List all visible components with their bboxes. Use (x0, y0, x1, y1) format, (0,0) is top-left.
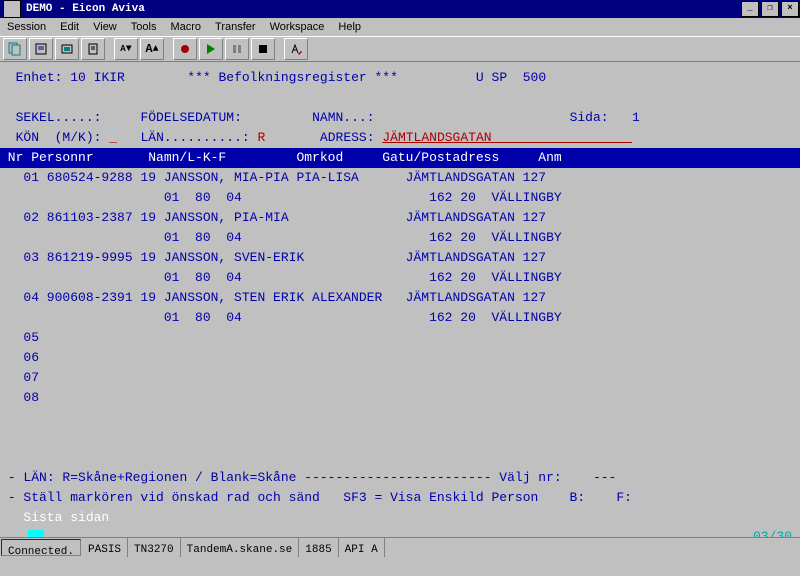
lan-input[interactable]: R (258, 130, 266, 145)
sida-label: Sida: (570, 110, 609, 125)
list-row[interactable]: 01 680524-9288 19 JANSSON, MIA-PIA PIA-L… (0, 168, 546, 188)
tool-font-inc[interactable]: A▲ (140, 38, 164, 60)
pause-button[interactable] (225, 38, 249, 60)
status-api: API A (339, 538, 385, 557)
run-icon[interactable] (284, 38, 308, 60)
foot-dash: --- (593, 470, 616, 485)
kon-input[interactable]: _ (109, 130, 117, 145)
window-title: DEMO - Eicon Aviva (24, 3, 740, 15)
adress-input[interactable]: JÄMTLANDSGATAN (382, 130, 491, 145)
menu-help[interactable]: Help (331, 19, 368, 35)
minimize-button[interactable]: _ (741, 1, 759, 17)
tool-1[interactable] (3, 38, 27, 60)
status-host: TandemA.skane.se (181, 538, 300, 557)
foot-lan: - LÄN: R=Skåne+Regionen / Blank=Skåne --… (8, 470, 562, 485)
list-row[interactable]: 08 (0, 388, 39, 408)
menu-macro[interactable]: Macro (163, 19, 208, 35)
adress-label: ADRESS: (320, 130, 375, 145)
last-page-msg: Sista sidan (0, 508, 109, 528)
list-row[interactable]: 07 (0, 368, 39, 388)
menu-bar: Session Edit View Tools Macro Transfer W… (0, 18, 800, 36)
list-row-sub: 01 80 04 162 20 VÄLLINGBY (0, 268, 562, 288)
list-row[interactable]: 05 (0, 328, 39, 348)
sekel-label: SEKEL.....: (16, 110, 102, 125)
status-conn: Connected. (1, 539, 81, 556)
tool-3[interactable] (55, 38, 79, 60)
list-row-sub: 01 80 04 162 20 VÄLLINGBY (0, 188, 562, 208)
list-row-sub: 01 80 04 162 20 VÄLLINGBY (0, 308, 562, 328)
menu-transfer[interactable]: Transfer (208, 19, 263, 35)
adress-pad (492, 130, 632, 145)
kon-label: KÖN (M/K): (16, 130, 102, 145)
sida-value: 1 (632, 110, 640, 125)
list-row[interactable]: 03 861219-9995 19 JANSSON, SVEN-ERIK JÄM… (0, 248, 546, 268)
record-button[interactable] (173, 38, 197, 60)
play-button[interactable] (199, 38, 223, 60)
menu-tools[interactable]: Tools (124, 19, 164, 35)
menu-session[interactable]: Session (0, 19, 53, 35)
tool-font-dec[interactable]: A▼ (114, 38, 138, 60)
menu-view[interactable]: View (86, 19, 124, 35)
menu-workspace[interactable]: Workspace (263, 19, 332, 35)
system-menu-icon[interactable] (3, 0, 21, 18)
enhet-label: Enhet: (16, 70, 63, 85)
list-row[interactable]: 04 900608-2391 19 JANSSON, STEN ERIK ALE… (0, 288, 546, 308)
status-proto: TN3270 (128, 538, 181, 557)
tool-4[interactable] (81, 38, 105, 60)
namn-label: NAMN...: (312, 110, 374, 125)
menu-edit[interactable]: Edit (53, 19, 86, 35)
terminal-area[interactable]: Enhet: 10 IKIR *** Befolkningsregister *… (0, 62, 800, 557)
valj-nr-input[interactable] (570, 470, 586, 485)
tool-2[interactable] (29, 38, 53, 60)
fdatum-label: FÖDELSEDATUM: (140, 110, 241, 125)
status-bar: Connected. PASIS TN3270 TandemA.skane.se… (0, 537, 800, 557)
mode: U SP 500 (476, 70, 546, 85)
stop-button[interactable] (251, 38, 275, 60)
toolbar: A▼ A▲ (0, 36, 800, 62)
status-port: 1885 (299, 538, 338, 557)
screen-title: *** Befolkningsregister *** (187, 70, 398, 85)
status-app: PASIS (82, 538, 128, 557)
enhet-value: 10 IKIR (70, 70, 125, 85)
lan-label: LÄN..........: (140, 130, 249, 145)
close-button[interactable]: × (781, 1, 799, 17)
foot-instr: - Ställ markören vid önskad rad och sänd… (8, 490, 539, 505)
list-row-sub: 01 80 04 162 20 VÄLLINGBY (0, 228, 562, 248)
opt-b: B: (570, 490, 586, 505)
opt-f: F: (616, 490, 632, 505)
list-row[interactable]: 02 861103-2387 19 JANSSON, PIA-MIA JÄMTL… (0, 208, 546, 228)
column-header: Nr Personnr Namn/L-K-F Omrkod Gatu/Posta… (0, 148, 800, 168)
maximize-button[interactable]: ❐ (761, 1, 779, 17)
list-row[interactable]: 06 (0, 348, 39, 368)
